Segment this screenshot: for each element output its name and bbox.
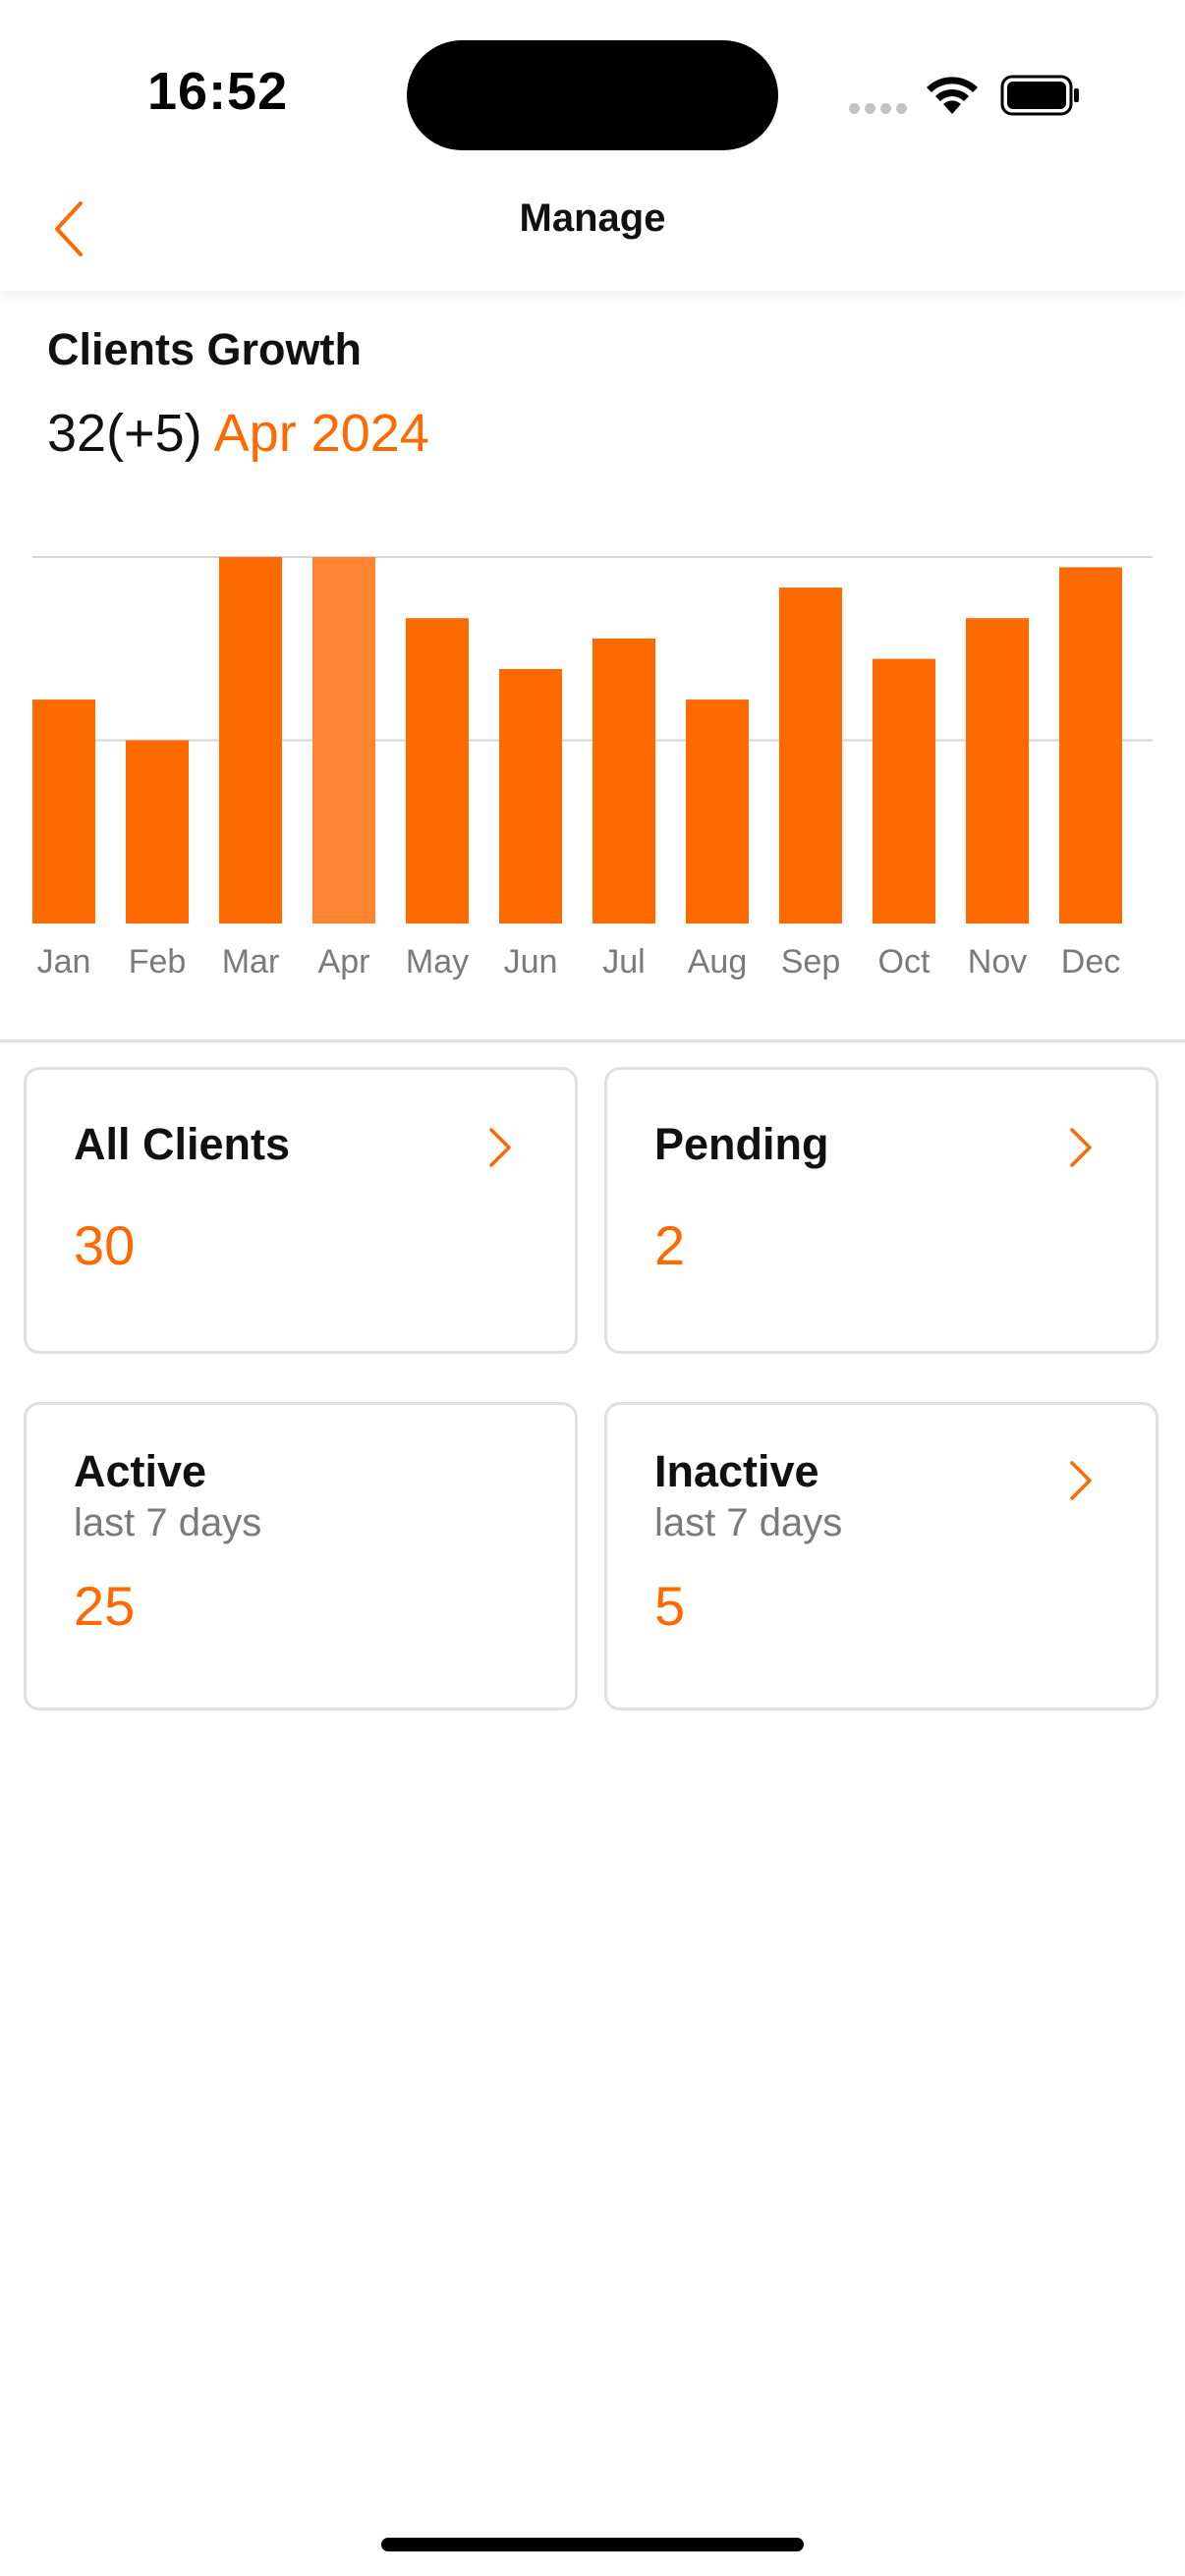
card-title: Pending [654, 1119, 829, 1169]
battery-icon [1000, 75, 1079, 116]
wifi-icon [927, 77, 978, 114]
x-tick-label: Nov [968, 943, 1027, 980]
chart-bar [126, 740, 189, 924]
chart-bar [779, 588, 842, 924]
card-subtitle: last 7 days [74, 1501, 262, 1544]
chart-bar [312, 557, 375, 924]
card-value: 25 [74, 1575, 136, 1637]
card-subtitle: last 7 days [654, 1501, 843, 1544]
inactive-card[interactable]: Inactive last 7 days 5 [604, 1402, 1158, 1710]
card-title: All Clients [74, 1119, 291, 1169]
x-tick-label: Dec [1061, 943, 1120, 980]
x-tick-label: Sep [781, 943, 841, 980]
chart-bar [32, 700, 95, 924]
card-title: Active [74, 1446, 207, 1496]
chart-bar [1059, 567, 1122, 924]
growth-summary: 32(+5) Apr 2024 [47, 403, 429, 464]
chevron-right-icon [1070, 1461, 1092, 1500]
chart-bar [686, 700, 749, 924]
home-indicator [381, 2538, 804, 2551]
page-title: Manage [519, 196, 666, 240]
section-divider [0, 1039, 1185, 1042]
x-tick-label: Feb [129, 943, 187, 980]
card-value: 2 [654, 1214, 686, 1276]
x-tick-label: May [406, 943, 469, 980]
growth-title: Clients Growth [47, 324, 363, 374]
growth-value: 32(+5) [47, 404, 202, 463]
all-clients-card[interactable]: All Clients 30 [24, 1067, 578, 1354]
chart-bar [219, 557, 282, 924]
card-value: 5 [654, 1575, 686, 1637]
clients-growth-chart: Jan Feb Mar Apr May Jun Jul Aug Sep Oct Nov Dec [32, 556, 1153, 980]
x-tick-label: Jun [504, 943, 558, 980]
x-tick-label: Mar [222, 943, 280, 980]
growth-period: Apr 2024 [213, 404, 429, 463]
chevron-right-icon [489, 1128, 511, 1167]
x-tick-label: Apr [318, 943, 370, 980]
status-bar: 16:52 [0, 0, 1185, 167]
pending-card[interactable]: Pending 2 [604, 1067, 1158, 1354]
x-tick-label: Aug [688, 943, 748, 980]
chevron-right-icon [1070, 1128, 1092, 1167]
cellular-signal-icon [849, 103, 908, 117]
x-tick-label: Jul [602, 943, 645, 980]
chart-bar [499, 668, 562, 924]
active-card[interactable]: Active last 7 days 25 [24, 1402, 578, 1710]
status-time: 16:52 [147, 62, 289, 121]
x-tick-label: Jan [37, 943, 91, 980]
dynamic-island [407, 40, 778, 150]
chart-bar [873, 658, 935, 924]
chart-bar [966, 618, 1029, 924]
chart-bar [592, 638, 655, 924]
card-title: Inactive [654, 1446, 819, 1496]
x-tick-label: Oct [878, 943, 931, 980]
navigation-bar: Manage [0, 167, 1185, 291]
card-value: 30 [74, 1214, 136, 1276]
chart-bar [406, 618, 469, 924]
